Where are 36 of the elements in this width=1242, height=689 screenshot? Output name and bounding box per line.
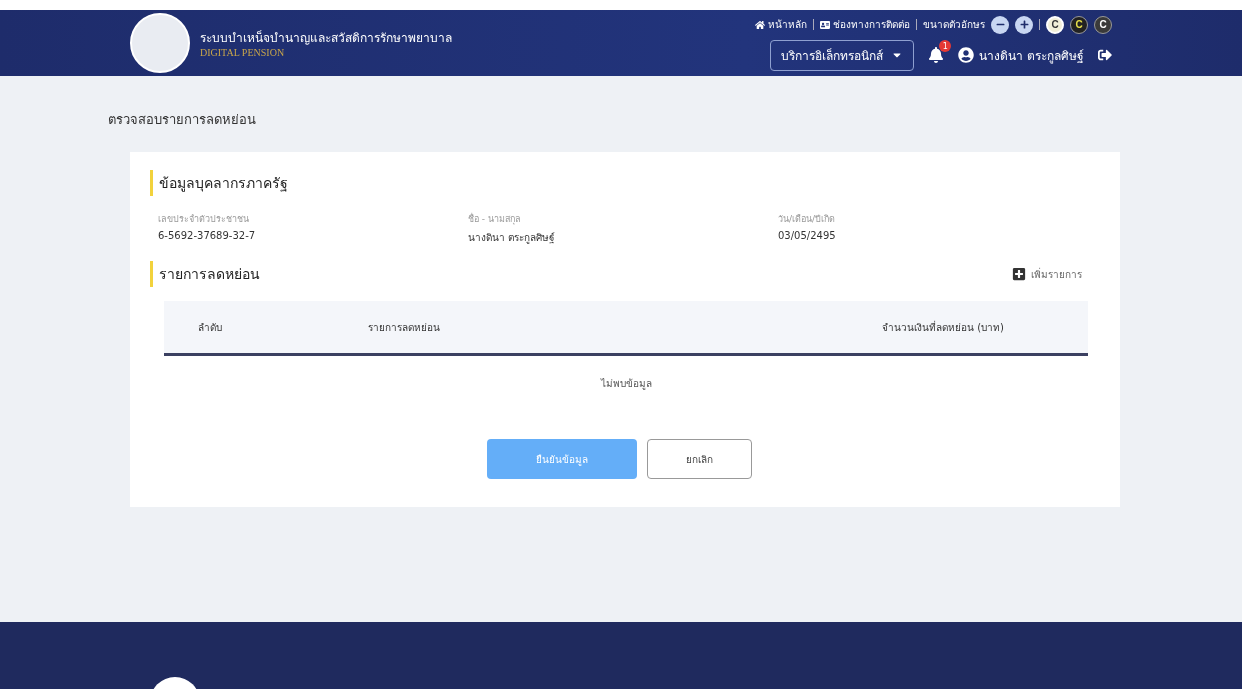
bell-icon[interactable] <box>928 47 945 63</box>
plus-icon <box>1012 267 1026 281</box>
user-menu[interactable]: นางดินา ตระกูลศิษฐ์ <box>958 45 1084 65</box>
field-value: 03/05/2495 <box>778 230 837 241</box>
field-value: 6-5692-37689-32-7 <box>158 230 257 241</box>
contact-card-icon <box>820 19 830 30</box>
service-dropdown[interactable]: บริการอิเล็กทรอนิกส์ <box>770 39 915 71</box>
field-label: เลขประจำตัวประชาชน <box>158 213 250 226</box>
field-value: นางดินา ตระกูลศิษฐ์ <box>468 231 557 245</box>
font-decrease-button[interactable] <box>991 15 1009 34</box>
page-title: ตรวจสอบรายการลดหย่อน <box>108 111 257 129</box>
empty-message: ไม่พบข้อมูล <box>599 377 653 392</box>
notification-badge: 1 <box>939 40 952 52</box>
contrast-button[interactable]: C <box>1046 15 1064 34</box>
section-heading: ข้อมูลบุคลากรภาครัฐ <box>150 170 1088 196</box>
top-link[interactable]: หน้าหลัก <box>755 17 807 32</box>
add-item-button[interactable]: เพิ่มรายการ <box>1006 265 1088 283</box>
field-label: วัน/เดือน/ปีเกิด <box>778 213 837 226</box>
top-link[interactable]: ช่องทางการติดต่อ <box>820 17 910 32</box>
emblem-logo <box>130 13 190 73</box>
section-heading: รายการลดหย่อน <box>150 261 260 287</box>
column-header: ลำดับ <box>197 320 223 335</box>
contrast-button[interactable]: C <box>1070 15 1088 34</box>
logout-icon[interactable] <box>1098 48 1112 62</box>
user-avatar-icon <box>958 47 975 63</box>
plus-icon <box>1019 20 1029 29</box>
contrast-button[interactable]: C <box>1094 15 1112 34</box>
system-title: ระบบบำเหน็จบำนาญและสวัสดิการรักษาพยาบาล <box>200 29 452 47</box>
home-icon <box>755 19 765 30</box>
font-increase-button[interactable] <box>1015 15 1033 34</box>
system-subtitle: DIGITAL PENSION <box>200 47 286 58</box>
cancel-button[interactable]: ยกเลิก <box>646 439 752 479</box>
font-size-label: ขนาดตัวอักษร <box>923 18 985 32</box>
field-label: ชื่อ - นามสกุล <box>468 212 522 226</box>
column-header: รายการลดหย่อน <box>367 320 441 335</box>
column-header: จำนวนเงินที่ลดหย่อน (บาท) <box>881 319 1005 335</box>
